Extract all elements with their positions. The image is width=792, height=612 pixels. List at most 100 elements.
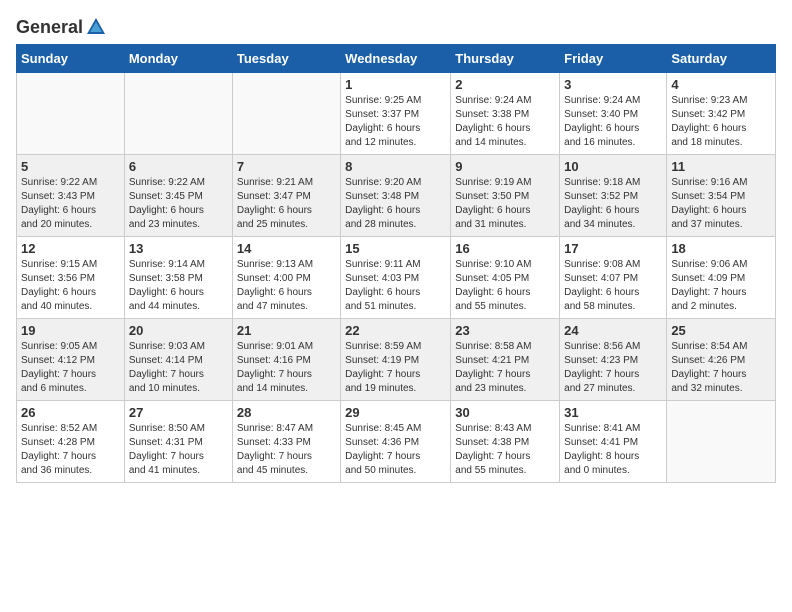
day-info: Sunrise: 8:58 AM Sunset: 4:21 PM Dayligh… (455, 340, 555, 396)
calendar-cell: 19 Sunrise: 9:05 AM Sunset: 4:12 PM Dayli… (17, 319, 125, 401)
day-info: Sunrise: 8:50 AM Sunset: 4:31 PM Dayligh… (129, 422, 228, 478)
day-info: Sunrise: 8:41 AM Sunset: 4:41 PM Dayligh… (564, 422, 662, 478)
calendar-cell: 27 Sunrise: 8:50 AM Sunset: 4:31 PM Dayli… (124, 401, 232, 483)
weekday-header-sunday: Sunday (17, 45, 125, 73)
calendar-cell: 24 Sunrise: 8:56 AM Sunset: 4:23 PM Dayli… (560, 319, 667, 401)
calendar-week-row: 26 Sunrise: 8:52 AM Sunset: 4:28 PM Dayli… (17, 401, 776, 483)
day-info: Sunrise: 8:45 AM Sunset: 4:36 PM Dayligh… (345, 422, 446, 478)
day-info: Sunrise: 9:18 AM Sunset: 3:52 PM Dayligh… (564, 176, 662, 232)
calendar-table: SundayMondayTuesdayWednesdayThursdayFrid… (16, 44, 776, 483)
calendar-cell: 10 Sunrise: 9:18 AM Sunset: 3:52 PM Dayli… (560, 155, 667, 237)
calendar-cell: 2 Sunrise: 9:24 AM Sunset: 3:38 PM Daylig… (451, 73, 560, 155)
calendar-cell (232, 73, 340, 155)
day-number: 15 (345, 241, 446, 256)
weekday-header-thursday: Thursday (451, 45, 560, 73)
logo-icon (85, 16, 107, 38)
calendar-cell: 4 Sunrise: 9:23 AM Sunset: 3:42 PM Daylig… (667, 73, 776, 155)
day-number: 7 (237, 159, 336, 174)
calendar-cell: 8Sunrise: 9:20 AM Sunset: 3:48 PM Daylig… (341, 155, 451, 237)
day-info: Sunrise: 9:25 AM Sunset: 3:37 PM Dayligh… (345, 94, 446, 150)
day-number: 29 (345, 405, 446, 420)
weekday-header-saturday: Saturday (667, 45, 776, 73)
calendar-cell: 5 Sunrise: 9:22 AM Sunset: 3:43 PM Daylig… (17, 155, 125, 237)
calendar-week-row: 12 Sunrise: 9:15 AM Sunset: 3:56 PM Dayli… (17, 237, 776, 319)
calendar-cell: 28 Sunrise: 8:47 AM Sunset: 4:33 PM Dayli… (232, 401, 340, 483)
day-number: 4 (671, 77, 771, 92)
day-number: 26 (21, 405, 120, 420)
calendar-cell: 1 Sunrise: 9:25 AM Sunset: 3:37 PM Daylig… (341, 73, 451, 155)
day-info: Sunrise: 9:10 AM Sunset: 4:05 PM Dayligh… (455, 258, 555, 314)
calendar-cell: 25 Sunrise: 8:54 AM Sunset: 4:26 PM Dayli… (667, 319, 776, 401)
day-info: Sunrise: 9:19 AM Sunset: 3:50 PM Dayligh… (455, 176, 555, 232)
day-info: Sunrise: 9:11 AM Sunset: 4:03 PM Dayligh… (345, 258, 446, 314)
logo: General (16, 16, 109, 34)
day-number: 17 (564, 241, 662, 256)
day-number: 14 (237, 241, 336, 256)
day-info: Sunrise: 9:14 AM Sunset: 3:58 PM Dayligh… (129, 258, 228, 314)
calendar-cell: 17Sunrise: 9:08 AM Sunset: 4:07 PM Dayli… (560, 237, 667, 319)
calendar-cell: 22Sunrise: 8:59 AM Sunset: 4:19 PM Dayli… (341, 319, 451, 401)
day-number: 6 (129, 159, 228, 174)
calendar-cell: 7 Sunrise: 9:21 AM Sunset: 3:47 PM Daylig… (232, 155, 340, 237)
day-info: Sunrise: 9:06 AM Sunset: 4:09 PM Dayligh… (671, 258, 771, 314)
calendar-cell: 14 Sunrise: 9:13 AM Sunset: 4:00 PM Dayli… (232, 237, 340, 319)
day-number: 27 (129, 405, 228, 420)
calendar-cell (667, 401, 776, 483)
calendar-week-row: 1 Sunrise: 9:25 AM Sunset: 3:37 PM Daylig… (17, 73, 776, 155)
day-info: Sunrise: 9:13 AM Sunset: 4:00 PM Dayligh… (237, 258, 336, 314)
day-info: Sunrise: 8:52 AM Sunset: 4:28 PM Dayligh… (21, 422, 120, 478)
day-info: Sunrise: 9:03 AM Sunset: 4:14 PM Dayligh… (129, 340, 228, 396)
weekday-header-tuesday: Tuesday (232, 45, 340, 73)
calendar-cell: 20 Sunrise: 9:03 AM Sunset: 4:14 PM Dayli… (124, 319, 232, 401)
calendar-cell: 3 Sunrise: 9:24 AM Sunset: 3:40 PM Daylig… (560, 73, 667, 155)
day-number: 13 (129, 241, 228, 256)
day-number: 3 (564, 77, 662, 92)
calendar-cell: 23 Sunrise: 8:58 AM Sunset: 4:21 PM Dayli… (451, 319, 560, 401)
day-info: Sunrise: 8:54 AM Sunset: 4:26 PM Dayligh… (671, 340, 771, 396)
calendar-week-row: 5 Sunrise: 9:22 AM Sunset: 3:43 PM Daylig… (17, 155, 776, 237)
day-number: 9 (455, 159, 555, 174)
calendar-cell: 26 Sunrise: 8:52 AM Sunset: 4:28 PM Dayli… (17, 401, 125, 483)
logo-general: General (16, 17, 83, 38)
calendar-cell: 6Sunrise: 9:22 AM Sunset: 3:45 PM Daylig… (124, 155, 232, 237)
day-number: 28 (237, 405, 336, 420)
day-number: 31 (564, 405, 662, 420)
day-info: Sunrise: 8:56 AM Sunset: 4:23 PM Dayligh… (564, 340, 662, 396)
day-number: 1 (345, 77, 446, 92)
calendar-cell: 31 Sunrise: 8:41 AM Sunset: 4:41 PM Dayli… (560, 401, 667, 483)
calendar-header-row: SundayMondayTuesdayWednesdayThursdayFrid… (17, 45, 776, 73)
day-info: Sunrise: 8:47 AM Sunset: 4:33 PM Dayligh… (237, 422, 336, 478)
weekday-header-friday: Friday (560, 45, 667, 73)
day-number: 12 (21, 241, 120, 256)
day-number: 10 (564, 159, 662, 174)
day-info: Sunrise: 9:16 AM Sunset: 3:54 PM Dayligh… (671, 176, 771, 232)
day-info: Sunrise: 9:05 AM Sunset: 4:12 PM Dayligh… (21, 340, 120, 396)
calendar-cell: 11 Sunrise: 9:16 AM Sunset: 3:54 PM Dayli… (667, 155, 776, 237)
day-info: Sunrise: 9:21 AM Sunset: 3:47 PM Dayligh… (237, 176, 336, 232)
calendar-cell: 15 Sunrise: 9:11 AM Sunset: 4:03 PM Dayli… (341, 237, 451, 319)
page-header: General (16, 16, 776, 34)
day-info: Sunrise: 9:22 AM Sunset: 3:43 PM Dayligh… (21, 176, 120, 232)
day-info: Sunrise: 9:24 AM Sunset: 3:38 PM Dayligh… (455, 94, 555, 150)
day-info: Sunrise: 8:43 AM Sunset: 4:38 PM Dayligh… (455, 422, 555, 478)
day-number: 23 (455, 323, 555, 338)
day-number: 25 (671, 323, 771, 338)
calendar-cell: 29 Sunrise: 8:45 AM Sunset: 4:36 PM Dayli… (341, 401, 451, 483)
day-number: 2 (455, 77, 555, 92)
day-info: Sunrise: 9:23 AM Sunset: 3:42 PM Dayligh… (671, 94, 771, 150)
day-number: 16 (455, 241, 555, 256)
day-number: 19 (21, 323, 120, 338)
day-number: 5 (21, 159, 120, 174)
calendar-cell: 12 Sunrise: 9:15 AM Sunset: 3:56 PM Dayli… (17, 237, 125, 319)
weekday-header-wednesday: Wednesday (341, 45, 451, 73)
calendar-cell (124, 73, 232, 155)
day-number: 21 (237, 323, 336, 338)
day-number: 11 (671, 159, 771, 174)
day-info: Sunrise: 9:24 AM Sunset: 3:40 PM Dayligh… (564, 94, 662, 150)
day-number: 20 (129, 323, 228, 338)
weekday-header-monday: Monday (124, 45, 232, 73)
day-number: 24 (564, 323, 662, 338)
calendar-cell: 18Sunrise: 9:06 AM Sunset: 4:09 PM Dayli… (667, 237, 776, 319)
day-info: Sunrise: 9:20 AM Sunset: 3:48 PM Dayligh… (345, 176, 446, 232)
day-info: Sunrise: 9:15 AM Sunset: 3:56 PM Dayligh… (21, 258, 120, 314)
